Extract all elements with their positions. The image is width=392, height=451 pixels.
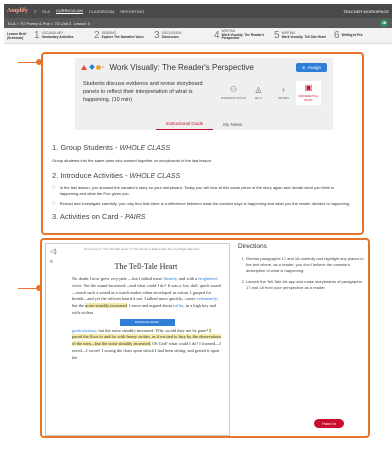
lesson-step-1[interactable]: 1 VOCABULARY Vocabulary Activities [32, 30, 92, 41]
assign-button[interactable]: ⊕ Assign [296, 62, 327, 72]
breadcrumb-path[interactable]: ELA > 7G Poetry & Poe > 7G Unit 2, Lesso… [8, 21, 90, 26]
activity-options: ⚇ DIFFERENTIATION ◬ SKILL › REVIEW ▣ DIF… [221, 81, 321, 105]
group-icon: ⚇ [229, 85, 238, 94]
lesson-step-6[interactable]: 6 Writing to Pra [332, 30, 392, 41]
lesson-steps: Lesson Brief (Schedule) 1 VOCABULARY Voca… [4, 28, 392, 44]
story-title: The Tell-Tale Heart [114, 262, 178, 271]
option-skill[interactable]: ◬ SKILL [246, 81, 271, 105]
reader-pane: ◁) ≡ Excerpt from "The Tell-Tale Heart" … [45, 243, 230, 436]
avatar[interactable]: JB [380, 19, 388, 27]
nav-item-curriculum[interactable]: CURRICULUM [55, 8, 83, 14]
next-icon: › [282, 85, 285, 94]
book-icon: ▣ [304, 83, 313, 92]
menu-icon[interactable]: ≡ [34, 9, 36, 14]
direction-item: Reread paragraphs 17 and 18 carefully an… [246, 256, 366, 274]
lesson-step-4[interactable]: 4 WRITING Work Visually: The Reader's Per… [212, 29, 272, 42]
section-2-heading: 2. Introduce Activities - WHOLE CLASS [52, 170, 181, 180]
activity-description: Students discuss evidence and revise sto… [83, 81, 203, 103]
section-1-heading: 1. Group Students - WHOLE CLASS [52, 143, 171, 152]
activity-card: ▾ Work Visually: The Reader's Perspectiv… [41, 52, 364, 235]
lesson-brief-link[interactable]: Lesson Brief (Schedule) [4, 32, 32, 40]
teacher-prompt-1: ◌ In the last lesson, you showed the nar… [52, 185, 334, 196]
teacher-prompt-2: ◌ Reread and investigate carefully; you … [52, 201, 351, 207]
speaker-icon[interactable]: ◁) [50, 248, 57, 255]
activity-type-icon: ▾ [81, 64, 104, 70]
guide-tabs: Instructional Guide My Notes [75, 117, 333, 130]
speech-bubble-icon: ◌ [52, 185, 56, 191]
lesson-step-5[interactable]: 5 WRITING Work Visually: Tell-Tale Heart [272, 30, 332, 41]
app-logo[interactable]: Amplify [7, 8, 28, 14]
excerpt-source: Excerpt from "The Tell-Tale Heart" in Th… [84, 247, 200, 251]
speech-bubble-icon: ◌ [52, 201, 56, 207]
chart-icon: ◬ [255, 85, 262, 94]
nav-item-reporting[interactable]: REPORTING [120, 9, 144, 14]
directions-panel: Directions Reread paragraphs 17 and 18 c… [238, 242, 366, 296]
option-differential-book[interactable]: ▣ DIFFERENTIAL BOOK [296, 81, 321, 105]
menu-icon[interactable]: ≡ [50, 259, 53, 265]
section-1-text: Group students into the same pairs who w… [52, 157, 213, 163]
breadcrumb: ELA > 7G Poetry & Poe > 7G Unit 2, Lesso… [4, 18, 392, 28]
directions-title: Directions [238, 243, 267, 250]
top-nav: Amplify ≡ ELA CURRICULUM CLASSROOM REPOR… [4, 4, 392, 18]
lesson-step-3[interactable]: 3 DISCUSSION Discussion [152, 30, 212, 41]
option-differentiation[interactable]: ⚇ DIFFERENTIATION [221, 81, 246, 105]
tab-instructional-guide[interactable]: Instructional Guide [155, 121, 214, 130]
option-review[interactable]: › REVIEW [271, 81, 296, 105]
direction-item: Launch the Tell-Tale Art app and make st… [246, 279, 366, 291]
activity-header: ▾ Work Visually: The Reader's Perspectiv… [75, 58, 333, 130]
hand-in-button[interactable]: Hand In [314, 419, 345, 428]
tab-my-notes[interactable]: My Notes [213, 122, 252, 130]
student-card: ◁) ≡ Excerpt from "The Tell-Tale Heart" … [40, 238, 370, 438]
plus-icon: ⊕ [302, 64, 306, 70]
instructional-guide: 1. Group Students - WHOLE CLASS Group st… [52, 142, 352, 227]
story-text[interactable]: No doubt I now grew very pale —but I tal… [72, 276, 222, 362]
section-3-heading: 3. Activities on Card - PAIRS [52, 212, 146, 221]
activity-title: Work Visually: The Reader's Perspective [109, 62, 254, 72]
page: Amplify ≡ ELA CURRICULUM CLASSROOM REPOR… [0, 0, 392, 451]
nav-item-classroom[interactable]: CLASSROOM [89, 9, 115, 14]
lesson-step-2[interactable]: 2 READING Explore The Narrative Voice [92, 30, 152, 41]
passage-panel-tag[interactable]: PASSAGE PANEL [119, 318, 175, 326]
workspace-switch[interactable]: TEACHER WORKSPACE [343, 9, 389, 14]
nav-item-ela[interactable]: ELA [42, 9, 50, 14]
